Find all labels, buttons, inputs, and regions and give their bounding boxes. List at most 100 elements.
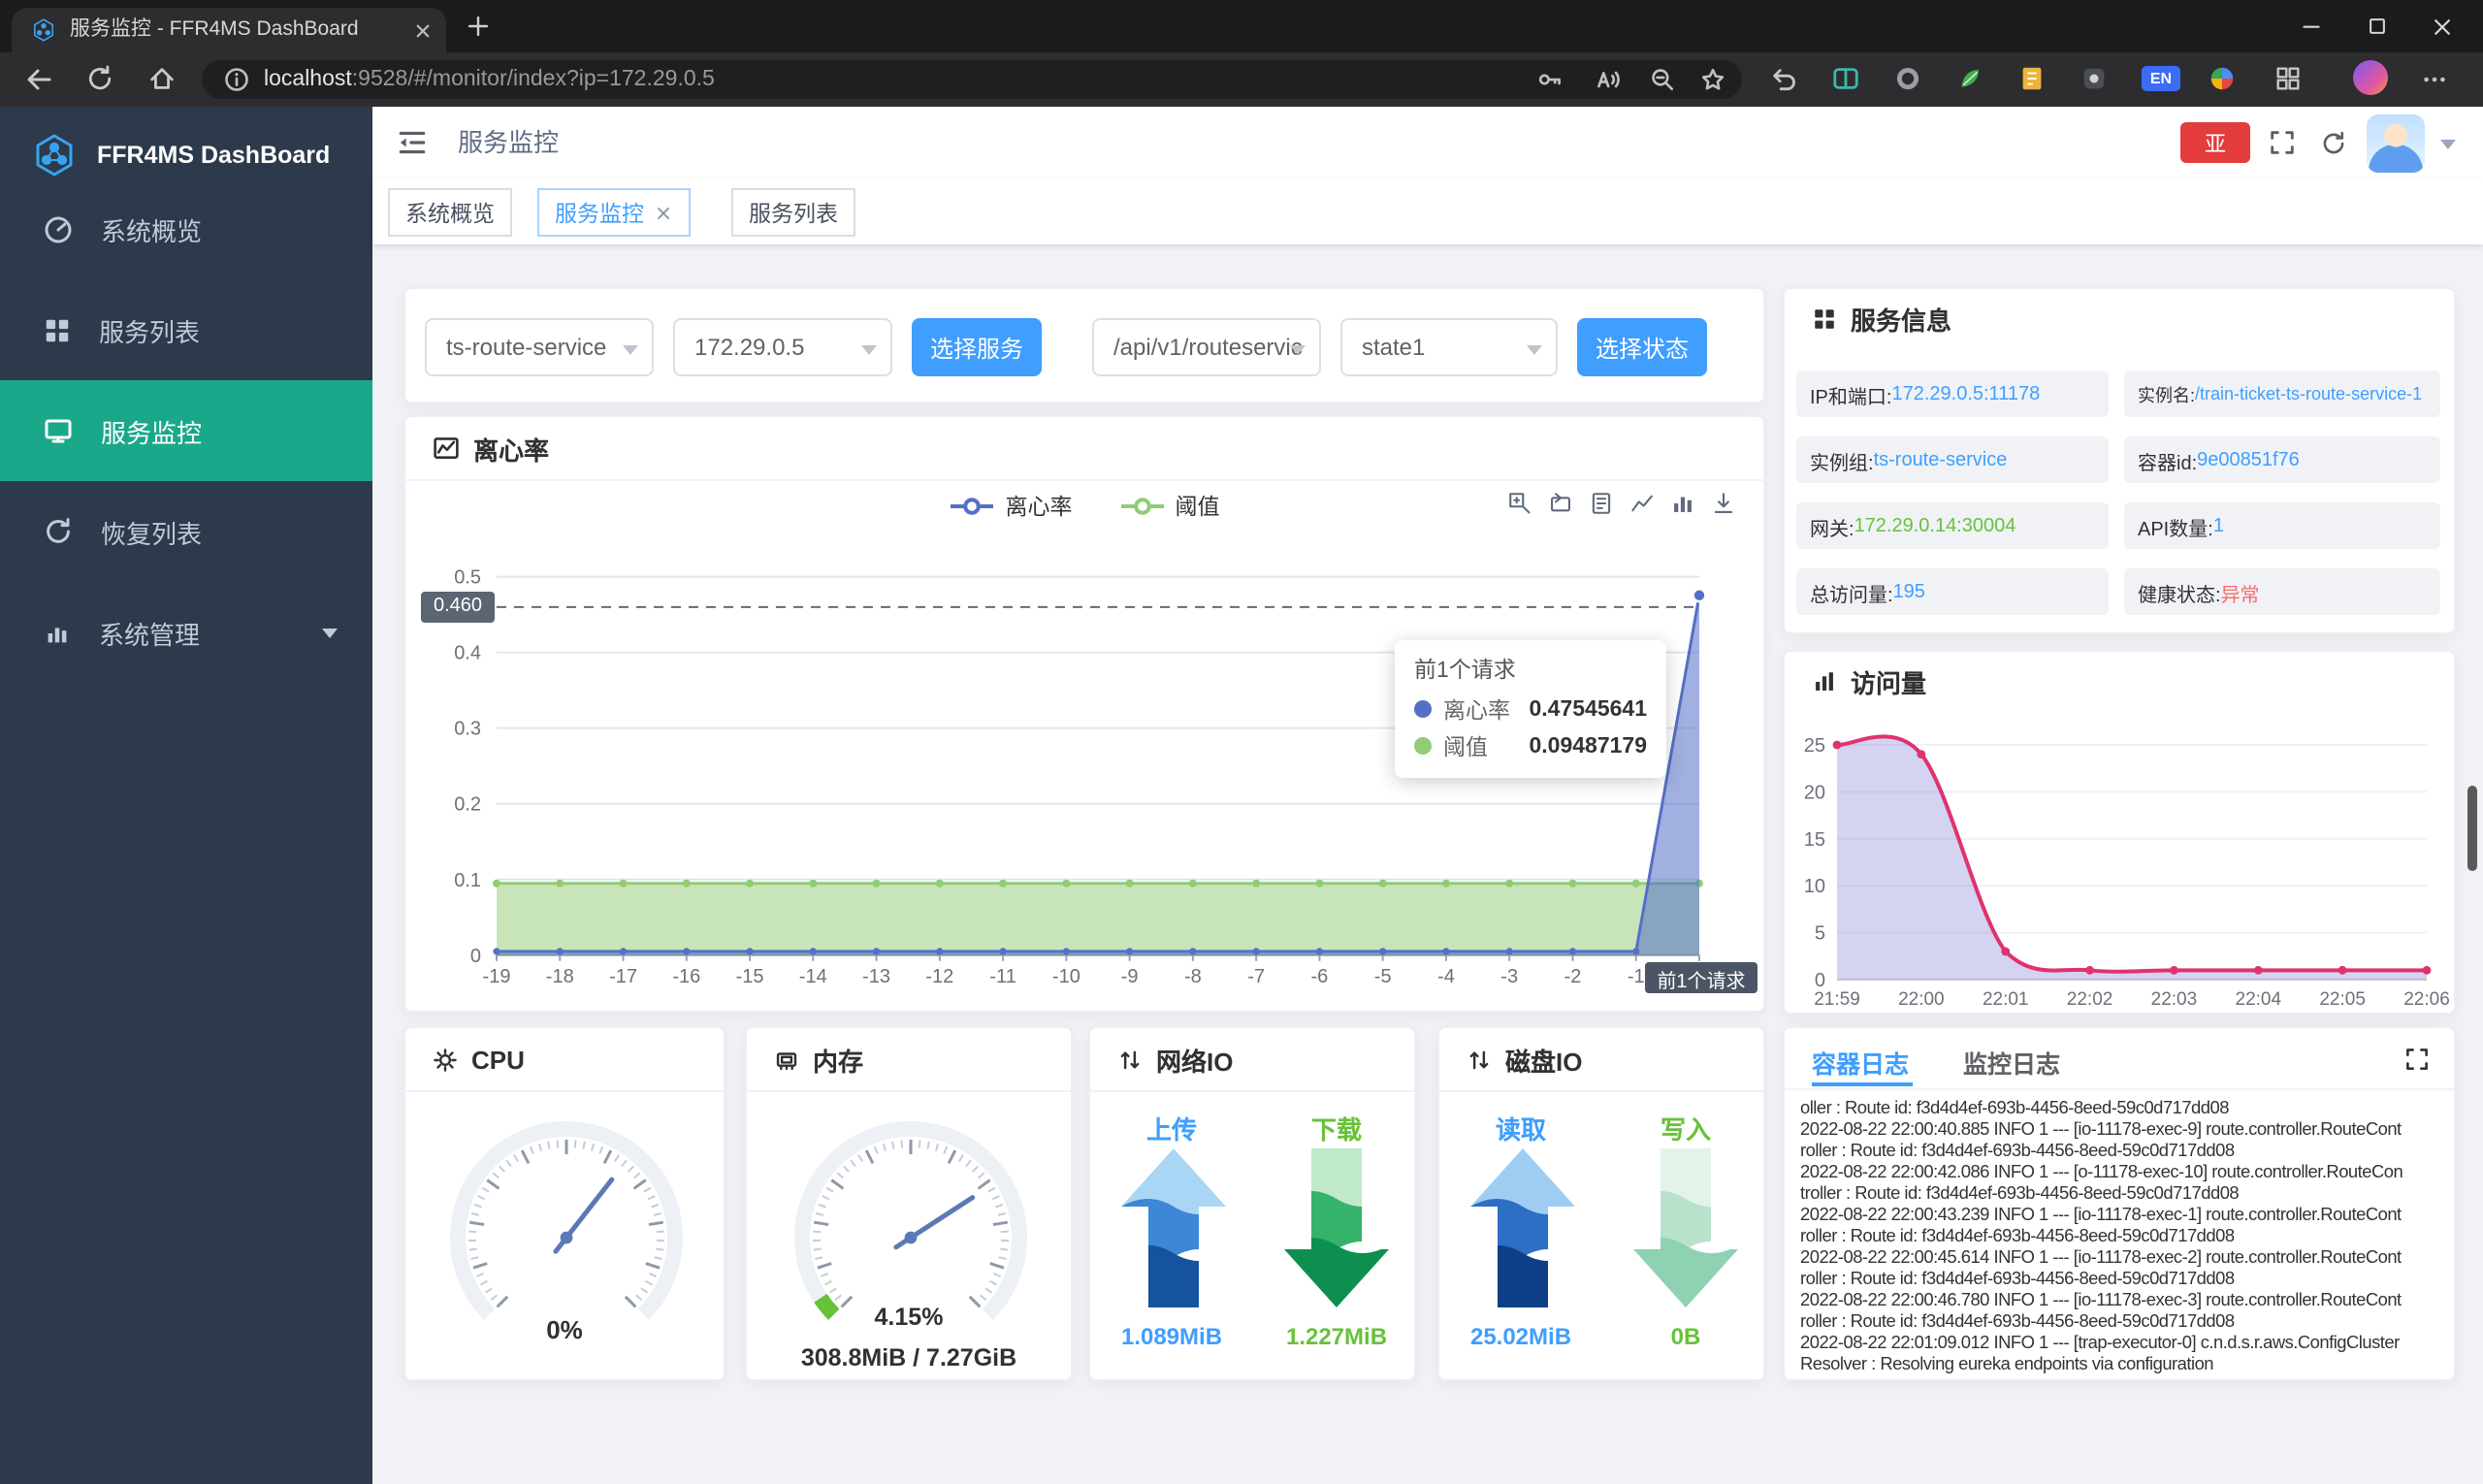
collections-grid-icon[interactable]: [2273, 64, 2305, 95]
visits-card: 访问量 051015202521:5922:0022:0122:0222:032…: [1783, 650, 2456, 1015]
tag-close-icon[interactable]: [654, 203, 673, 222]
svg-text:0.5: 0.5: [454, 567, 481, 589]
svg-text:-13: -13: [862, 966, 890, 987]
favorite-star-icon[interactable]: [1699, 66, 1726, 93]
back-icon[interactable]: [23, 64, 54, 95]
upload-label: 上传: [1090, 1110, 1253, 1146]
log-line: 2022-08-22 22:00:46.780 INFO 1 --- [io-1…: [1800, 1290, 2444, 1311]
svg-text:0.2: 0.2: [454, 794, 481, 816]
info-health-status: 健康状态: 异常: [2124, 568, 2440, 615]
tooltip-value: 0.47545641: [1529, 697, 1647, 721]
window-maximize-button[interactable]: [2343, 0, 2409, 52]
window-close-button[interactable]: [2409, 0, 2475, 52]
ring-extension-icon[interactable]: [1893, 64, 1924, 95]
tag-label: 系统概览: [405, 197, 495, 228]
api-select[interactable]: /api/v1/routeservic: [1092, 318, 1321, 376]
split-screen-extension-icon[interactable]: [1831, 64, 1862, 95]
reload-icon[interactable]: [2320, 129, 2347, 156]
expand-logs-icon[interactable]: [2403, 1046, 2431, 1073]
bar-chart-toggle-icon[interactable]: [1670, 491, 1695, 516]
download-icon[interactable]: [1711, 491, 1736, 516]
svg-text:20: 20: [1804, 782, 1825, 803]
content: ts-route-service 172.29.0.5 选择服务 /api/v1…: [372, 244, 2483, 1484]
browser-tab[interactable]: 服务监控 - FFR4MS DashBoard: [12, 8, 446, 52]
legend-eccentricity[interactable]: 离心率: [950, 491, 1073, 522]
log-output[interactable]: oller : Route id: f3d4d4ef-693b-4456-8ee…: [1800, 1098, 2444, 1373]
sidebar-toggle-icon[interactable]: [396, 126, 429, 159]
info-api-count: API数量: 1: [2124, 502, 2440, 549]
tag-overview[interactable]: 系统概览: [388, 188, 512, 237]
series-dot: [1414, 737, 1432, 755]
sidebar: FFR4MS DashBoard 系统概览 服务列表 服务监控 恢复列表 系统管…: [0, 107, 372, 1484]
read-label: 读取: [1439, 1110, 1602, 1146]
service-group-select[interactable]: ts-route-service: [425, 318, 654, 376]
log-line: 2022-08-22 22:00:45.614 INFO 1 --- [io-1…: [1800, 1247, 2444, 1269]
chevron-down-icon: [1527, 345, 1542, 355]
app: FFR4MS DashBoard 系统概览 服务列表 服务监控 恢复列表 系统管…: [0, 107, 2483, 1484]
tab-monitor-logs[interactable]: 监控日志: [1963, 1044, 2060, 1081]
url-field[interactable]: localhost:9528/#/monitor/index?ip=172.29…: [202, 60, 1742, 99]
dark-extension-icon[interactable]: [2080, 64, 2111, 95]
browser-menu-icon[interactable]: [2421, 66, 2452, 97]
tooltip-label: 离心率: [1443, 694, 1510, 725]
leaf-extension-icon[interactable]: [1955, 64, 1986, 95]
window-minimize-button[interactable]: [2277, 0, 2343, 52]
avatar-caret-icon[interactable]: [2440, 140, 2456, 149]
tag-service-monitor[interactable]: 服务监控: [537, 188, 691, 237]
info-label: 总访问量:: [1810, 577, 1893, 606]
fullscreen-icon[interactable]: [2268, 128, 2297, 157]
sidebar-item-overview[interactable]: 系统概览: [0, 178, 372, 279]
ip-select[interactable]: 172.29.0.5: [673, 318, 892, 376]
undo-icon[interactable]: [1769, 64, 1800, 95]
tooltip-label: 阈值: [1443, 730, 1488, 761]
legend-label: 离心率: [1006, 491, 1073, 522]
line-chart-toggle-icon[interactable]: [1629, 491, 1655, 516]
legend-label: 阈值: [1176, 491, 1220, 522]
info-value: 9e00851f76: [2197, 449, 2300, 470]
select-state-button[interactable]: 选择状态: [1577, 318, 1707, 376]
legend-marker: [1119, 497, 1166, 516]
legend-threshold[interactable]: 阈值: [1119, 491, 1220, 522]
logs-card: 容器日志 监控日志 oller : Route id: f3d4d4ef-693…: [1783, 1026, 2456, 1381]
info-instance-group: 实例组: ts-route-service: [1796, 436, 2109, 483]
alert-button[interactable]: 亚: [2180, 122, 2250, 163]
sidebar-item-service-monitor[interactable]: 服务监控: [0, 380, 372, 481]
svg-text:0: 0: [1815, 970, 1825, 991]
translate-extension-badge[interactable]: EN: [2142, 66, 2180, 91]
zoom-icon[interactable]: [1649, 66, 1676, 93]
sidebar-item-service-list[interactable]: 服务列表: [0, 279, 372, 380]
address-bar: localhost:9528/#/monitor/index?ip=172.29…: [0, 52, 2483, 107]
state-select[interactable]: state1: [1340, 318, 1558, 376]
info-label: API数量:: [2138, 511, 2213, 540]
data-view-icon[interactable]: [1589, 491, 1614, 516]
tab-container-logs[interactable]: 容器日志: [1812, 1044, 1909, 1081]
page-scrollbar-thumb[interactable]: [2467, 786, 2477, 871]
svg-text:22:06: 22:06: [2403, 989, 2450, 1010]
gear-icon: [433, 1047, 458, 1072]
sidebar-item-recovery-list[interactable]: 恢复列表: [0, 481, 372, 582]
tag-service-list[interactable]: 服务列表: [731, 188, 855, 237]
info-value: ts-route-service: [1874, 449, 2008, 470]
password-key-icon[interactable]: [1536, 66, 1564, 93]
notebook-extension-icon[interactable]: [2017, 64, 2048, 95]
user-avatar[interactable]: [2367, 113, 2425, 172]
log-line: 2022-08-22 22:00:40.885 INFO 1 --- [io-1…: [1800, 1119, 2444, 1141]
select-service-button[interactable]: 选择服务: [912, 318, 1042, 376]
read-aloud-icon[interactable]: [1595, 66, 1622, 93]
refresh-icon[interactable]: [85, 64, 116, 95]
zoom-reset-icon[interactable]: [1548, 491, 1573, 516]
service-info-header: 服务信息: [1785, 289, 2454, 347]
pinwheel-extension-icon[interactable]: [2208, 64, 2239, 95]
tab-close-icon[interactable]: [411, 18, 435, 42]
app-logo[interactable]: FFR4MS DashBoard: [0, 124, 330, 186]
download-value: 1.227MiB: [1255, 1323, 1418, 1350]
log-line: troller : Route id: f3d4d4ef-693b-4456-8…: [1800, 1183, 2444, 1205]
browser-profile-avatar[interactable]: [2353, 60, 2388, 95]
disk-io-card: 磁盘IO 读取 写入 25.02MiB 0B: [1437, 1026, 1765, 1381]
new-tab-button[interactable]: [466, 14, 491, 39]
select-value: ts-route-service: [446, 334, 606, 361]
home-icon[interactable]: [147, 64, 178, 95]
site-info-icon[interactable]: [223, 66, 250, 93]
zoom-select-icon[interactable]: [1507, 491, 1532, 516]
sidebar-item-system-manage[interactable]: 系统管理: [0, 582, 372, 683]
